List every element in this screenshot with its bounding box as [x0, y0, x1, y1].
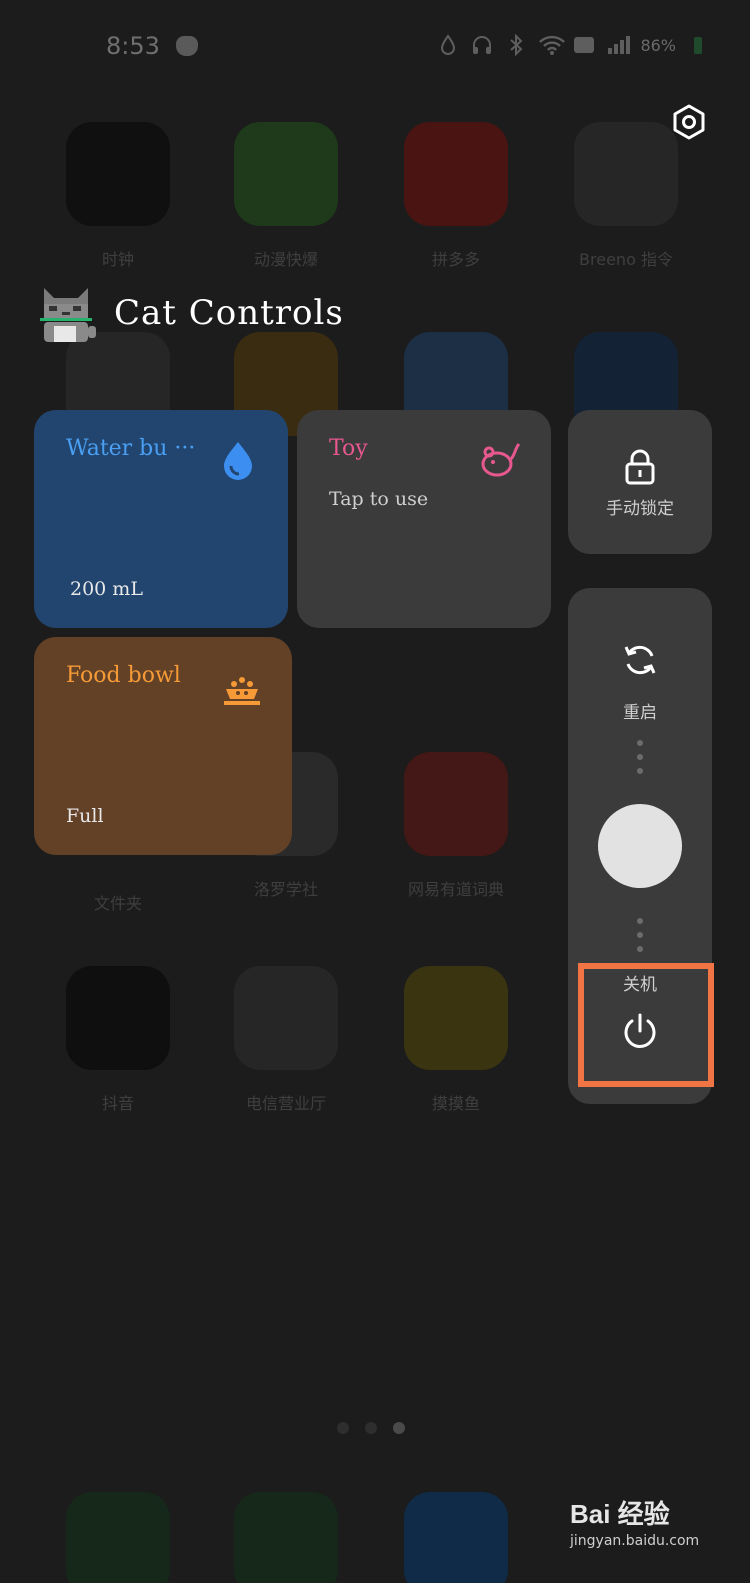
app-douyin: 抖音: [66, 966, 170, 1114]
tile-value: 200 mL: [70, 578, 143, 600]
manual-lock-button[interactable]: 手动锁定: [568, 410, 712, 554]
page-indicator: [337, 1422, 405, 1434]
app-telecom: 电信营业厅: [234, 966, 338, 1114]
wechat-icon: [234, 1492, 338, 1583]
signal-icon: [606, 34, 631, 56]
app-label: 抖音: [101, 1094, 134, 1113]
slider-dots-bottom: [637, 918, 643, 960]
baidu-jingyan-watermark: Bai 经验 jingyan.baidu.com: [570, 1494, 720, 1549]
page-dot-active: [393, 1422, 405, 1434]
app-label: 网易有道词典: [407, 880, 504, 899]
toy-tile[interactable]: Toy Tap to use: [297, 410, 551, 628]
app-icon: [234, 966, 338, 1070]
app-icon: [574, 122, 678, 226]
headphones-icon: [470, 34, 494, 56]
page-dot: [365, 1422, 377, 1434]
food-bowl-icon: [224, 677, 260, 705]
settings-gear-icon[interactable]: [671, 104, 707, 140]
app-label: 动漫快爆: [253, 250, 318, 269]
watermark-url: jingyan.baidu.com: [570, 1533, 700, 1549]
page-title: Cat Controls: [114, 293, 344, 333]
wifi-icon: [538, 34, 566, 56]
water-bowl-tile[interactable]: Water bu ··· 200 mL: [34, 410, 288, 628]
app-label: 摸摸鱼: [431, 1094, 480, 1113]
app-label: Breeno 指令: [579, 250, 673, 269]
status-icons: 86%: [436, 33, 710, 57]
app-label: 洛罗学社: [253, 880, 318, 899]
app-icon: [404, 966, 508, 1070]
app-icon: [66, 966, 170, 1070]
kugou-icon: [404, 1492, 508, 1583]
app-icon: [404, 752, 508, 856]
app-icon: [404, 122, 508, 226]
app-clock: 时钟: [66, 122, 170, 270]
app-label: 时钟: [101, 250, 134, 269]
tile-value: Tap to use: [329, 488, 429, 510]
slider-dots-top: [637, 740, 643, 782]
phone-icon: [66, 1492, 170, 1583]
battery-percentage: 86%: [640, 35, 676, 55]
battery-icon: [686, 34, 710, 56]
app-folder: 文件夹: [66, 870, 170, 914]
restart-icon[interactable]: [622, 642, 658, 678]
hd-icon: [572, 34, 596, 56]
cat-status-icon: [176, 36, 198, 56]
lock-icon: [625, 449, 655, 485]
app-label: 拼多多: [431, 250, 480, 269]
dock-kugou: [404, 1492, 508, 1583]
status-time: 8:53: [106, 32, 160, 60]
page-dot: [337, 1422, 349, 1434]
bluetooth-icon: [504, 33, 528, 57]
watermark-logo: Bai 经验: [570, 1499, 670, 1529]
shutdown-highlight-box: [578, 963, 714, 1087]
app-pinduoduo: 拼多多: [404, 122, 508, 270]
food-bowl-tile[interactable]: Food bowl Full: [34, 637, 292, 855]
status-bar: 8:53 86%: [0, 0, 750, 90]
mouse-toy-icon: [481, 442, 521, 477]
dock-wechat: [234, 1492, 338, 1583]
tile-value: Full: [66, 805, 104, 827]
lock-label: 手动锁定: [606, 499, 674, 519]
restart-label: 重启: [623, 703, 657, 723]
app-label: 电信营业厅: [245, 1094, 326, 1113]
app-breeno: Breeno 指令: [574, 122, 678, 270]
cat-controls-header: Cat Controls: [40, 282, 344, 344]
app-youdao: 网易有道词典: [404, 752, 508, 900]
cat-icon: [40, 288, 96, 342]
app-game: 动漫快爆: [234, 122, 338, 270]
power-slider-knob[interactable]: [598, 804, 682, 888]
dock-phone: [66, 1492, 170, 1583]
app-label: 文件夹: [93, 894, 142, 913]
app-momoyu: 摸摸鱼: [404, 966, 508, 1114]
app-icon: [234, 122, 338, 226]
app-icon: [66, 122, 170, 226]
drop-status-icon: [436, 34, 460, 56]
water-drop-icon: [224, 442, 252, 480]
